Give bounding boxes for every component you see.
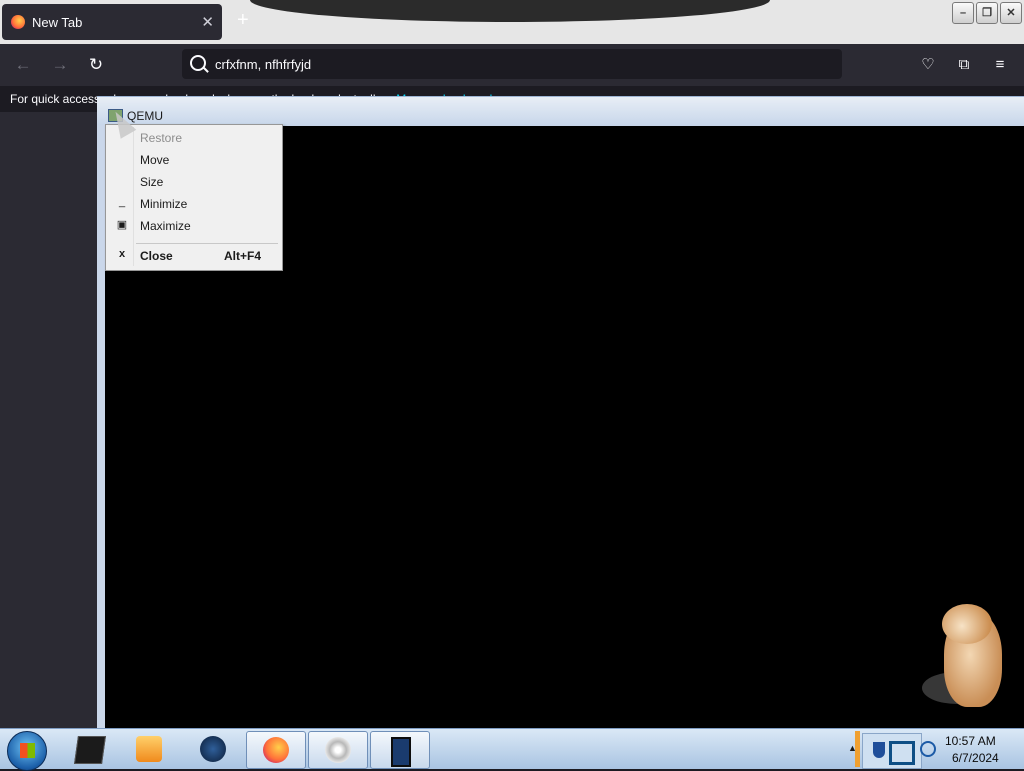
- menu-item-move[interactable]: Move: [106, 149, 282, 171]
- menu-separator: [136, 243, 278, 244]
- qemu-title: QEMU: [127, 109, 163, 123]
- navigation-toolbar: ← → ↻ crfxfnm, nfhfrfyjd ♡ ⧉ ≡: [0, 44, 1024, 86]
- maximize-icon: ▣: [116, 219, 128, 231]
- firefox-icon: [11, 15, 25, 29]
- clock-date[interactable]: 6/7/2024: [952, 751, 999, 765]
- taskbar-terminal[interactable]: [60, 731, 118, 767]
- tray-icons[interactable]: [862, 733, 922, 769]
- taskbar-qemu[interactable]: [370, 731, 430, 769]
- new-tab-button[interactable]: +: [237, 10, 249, 30]
- qemu-icon: [391, 737, 411, 767]
- tray-indicator: [855, 731, 860, 767]
- search-icon: [190, 55, 206, 71]
- url-bar[interactable]: crfxfnm, nfhfrfyjd: [182, 49, 842, 79]
- taskbar-media-player[interactable]: [120, 731, 178, 767]
- reload-button[interactable]: ↻: [83, 52, 109, 78]
- disc-icon: [325, 737, 351, 763]
- network-icon[interactable]: [889, 741, 915, 765]
- steam-icon: [200, 736, 226, 762]
- firefox-icon: [263, 737, 289, 763]
- menu-item-close[interactable]: x Close Alt+F4: [106, 245, 282, 267]
- menu-item-minimize[interactable]: _ Minimize: [106, 193, 282, 215]
- menu-item-label: Minimize: [140, 197, 188, 211]
- hamster-head: [942, 604, 992, 644]
- menu-item-maximize[interactable]: ▣ Maximize: [106, 215, 282, 237]
- connection-icon[interactable]: [920, 741, 936, 757]
- close-window-button[interactable]: ✕: [1000, 2, 1022, 24]
- pocket-icon[interactable]: ♡: [916, 53, 940, 77]
- media-player-icon: [136, 736, 162, 762]
- menu-item-label: Close: [140, 249, 173, 263]
- app-menu-icon[interactable]: ≡: [988, 53, 1012, 77]
- close-tab-icon[interactable]: ✕: [201, 13, 214, 31]
- taskbar-steam[interactable]: [184, 731, 242, 767]
- desktop-decoration: [250, 0, 770, 22]
- system-menu: Restore Move Size _ Minimize ▣ Maximize …: [105, 124, 283, 271]
- browser-content: [0, 112, 97, 728]
- url-input[interactable]: crfxfnm, nfhfrfyjd: [215, 57, 311, 72]
- close-icon: x: [118, 248, 126, 260]
- window-border: [97, 125, 105, 728]
- tab-title: New Tab: [32, 15, 83, 30]
- restore-window-button[interactable]: ❐: [976, 2, 998, 24]
- menu-item-size[interactable]: Size: [106, 171, 282, 193]
- taskbar-disc[interactable]: [308, 731, 368, 769]
- clock-time[interactable]: 10:57 AM: [945, 734, 996, 748]
- minimize-icon: _: [118, 196, 126, 208]
- start-button[interactable]: [7, 731, 47, 771]
- menu-item-label: Move: [140, 153, 170, 167]
- forward-button[interactable]: →: [47, 52, 73, 78]
- window-controls: – ❐ ✕: [952, 2, 1022, 24]
- qemu-titlebar[interactable]: QEMU: [97, 96, 1024, 126]
- windows-logo-icon: [20, 743, 35, 758]
- taskbar: ▲ 10:57 AM 6/7/2024: [0, 728, 1024, 771]
- terminal-icon: [74, 736, 106, 764]
- menu-item-label: Restore: [140, 131, 183, 145]
- extensions-icon[interactable]: ⧉: [952, 53, 976, 77]
- menu-item-label: Maximize: [140, 219, 191, 233]
- menu-item-label: Size: [140, 175, 164, 189]
- back-button[interactable]: ←: [10, 52, 36, 78]
- shield-icon[interactable]: [873, 742, 885, 758]
- taskbar-firefox[interactable]: [246, 731, 306, 769]
- tab-strip: New Tab ✕ + – ❐ ✕: [0, 0, 1024, 44]
- minimize-window-button[interactable]: –: [952, 2, 974, 24]
- system-tray: ▲ 10:57 AM 6/7/2024: [848, 729, 1024, 769]
- tab-new-tab[interactable]: New Tab ✕: [2, 4, 222, 40]
- menu-item-shortcut: Alt+F4: [224, 249, 262, 263]
